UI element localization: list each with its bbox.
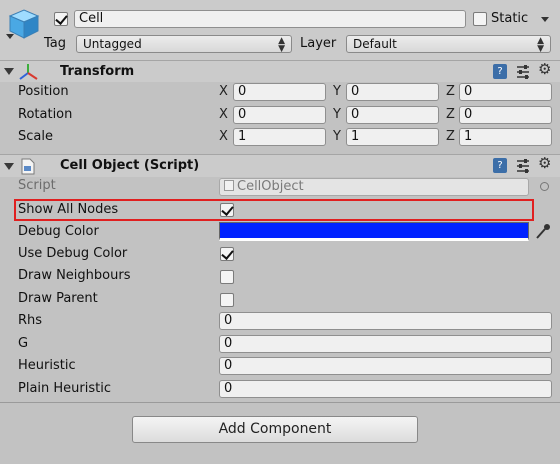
presets-sliders-icon[interactable] <box>516 64 530 79</box>
position-label: Position <box>18 84 69 99</box>
tag-dropdown[interactable]: Untagged ▲ ▼ <box>76 35 292 54</box>
rotation-x-field[interactable]: 0 <box>233 106 326 124</box>
scale-label: Scale <box>18 129 53 144</box>
rotation-y-axis[interactable]: Y <box>333 107 341 123</box>
plain-heuristic-field[interactable]: 0 <box>219 380 552 398</box>
position-x-field[interactable]: 0 <box>233 83 326 101</box>
draw-neighbours-label: Draw Neighbours <box>18 268 131 283</box>
rotation-x-axis[interactable]: X <box>219 107 228 123</box>
heuristic-label: Heuristic <box>18 358 76 373</box>
scale-z-field[interactable]: 1 <box>459 128 552 146</box>
layer-dropdown[interactable]: Default ▲ ▼ <box>346 35 551 54</box>
dropdown-arrows-icon: ▲ ▼ <box>537 36 544 54</box>
tag-value: Untagged <box>83 37 142 51</box>
add-component-button[interactable]: Add Component <box>132 416 418 443</box>
eyedropper-icon[interactable] <box>535 223 551 240</box>
position-y-axis[interactable]: Y <box>333 84 341 100</box>
active-toggle[interactable] <box>54 12 68 26</box>
tag-label: Tag <box>44 36 67 51</box>
help-book-icon[interactable]: ? <box>493 158 507 173</box>
component-divider <box>0 402 560 403</box>
position-x-axis[interactable]: X <box>219 84 228 100</box>
gear-icon[interactable]: ⚙ <box>538 156 551 171</box>
position-z-axis[interactable]: Z <box>446 84 455 100</box>
chevron-down-icon[interactable] <box>541 17 549 22</box>
debug-color-label: Debug Color <box>18 224 99 239</box>
rhs-label: Rhs <box>18 313 43 328</box>
script-file-icon <box>224 180 234 191</box>
use-debug-color-label: Use Debug Color <box>18 246 128 261</box>
object-picker-icon[interactable] <box>540 182 549 191</box>
scale-z-axis[interactable]: Z <box>446 129 455 145</box>
chevron-down-icon[interactable] <box>6 34 14 39</box>
rhs-field[interactable]: 0 <box>219 312 552 330</box>
presets-sliders-icon[interactable] <box>516 158 530 173</box>
rotation-z-field[interactable]: 0 <box>459 106 552 124</box>
scale-y-field[interactable]: 1 <box>346 128 439 146</box>
static-label: Static <box>491 11 529 26</box>
show-all-nodes-toggle[interactable] <box>220 203 234 217</box>
rotation-label: Rotation <box>18 107 73 122</box>
layer-value: Default <box>353 37 397 51</box>
rotation-y-field[interactable]: 0 <box>346 106 439 124</box>
use-debug-color-toggle[interactable] <box>220 247 234 261</box>
transform-axes-icon <box>17 63 39 81</box>
position-z-field[interactable]: 0 <box>459 83 552 101</box>
script-file-icon <box>20 158 36 175</box>
rotation-z-axis[interactable]: Z <box>446 107 455 123</box>
scale-x-axis[interactable]: X <box>219 129 228 145</box>
draw-neighbours-toggle[interactable] <box>220 270 234 284</box>
foldout-arrow-icon[interactable] <box>4 163 14 170</box>
foldout-arrow-icon[interactable] <box>4 68 14 75</box>
scale-y-axis[interactable]: Y <box>333 129 341 145</box>
debug-color-field[interactable] <box>219 222 529 241</box>
help-book-icon[interactable]: ? <box>493 64 507 79</box>
script-value: CellObject <box>237 179 304 194</box>
script-label: Script <box>18 178 56 193</box>
gameobject-name-field[interactable]: Cell <box>74 10 466 28</box>
scale-x-field[interactable]: 1 <box>233 128 326 146</box>
dropdown-arrows-icon: ▲ ▼ <box>278 36 285 54</box>
g-label: G <box>18 336 29 351</box>
plain-heuristic-label: Plain Heuristic <box>18 381 111 396</box>
draw-parent-label: Draw Parent <box>18 291 98 306</box>
script-field[interactable]: CellObject <box>219 178 529 196</box>
layer-label: Layer <box>300 36 337 51</box>
cell-object-title: Cell Object (Script) <box>60 158 200 173</box>
draw-parent-toggle[interactable] <box>220 293 234 307</box>
static-toggle[interactable] <box>473 12 487 26</box>
gear-icon[interactable]: ⚙ <box>538 62 551 77</box>
g-field[interactable]: 0 <box>219 335 552 353</box>
heuristic-field[interactable]: 0 <box>219 357 552 375</box>
position-y-field[interactable]: 0 <box>346 83 439 101</box>
transform-title: Transform <box>60 64 135 79</box>
show-all-nodes-label: Show All Nodes <box>18 202 119 217</box>
